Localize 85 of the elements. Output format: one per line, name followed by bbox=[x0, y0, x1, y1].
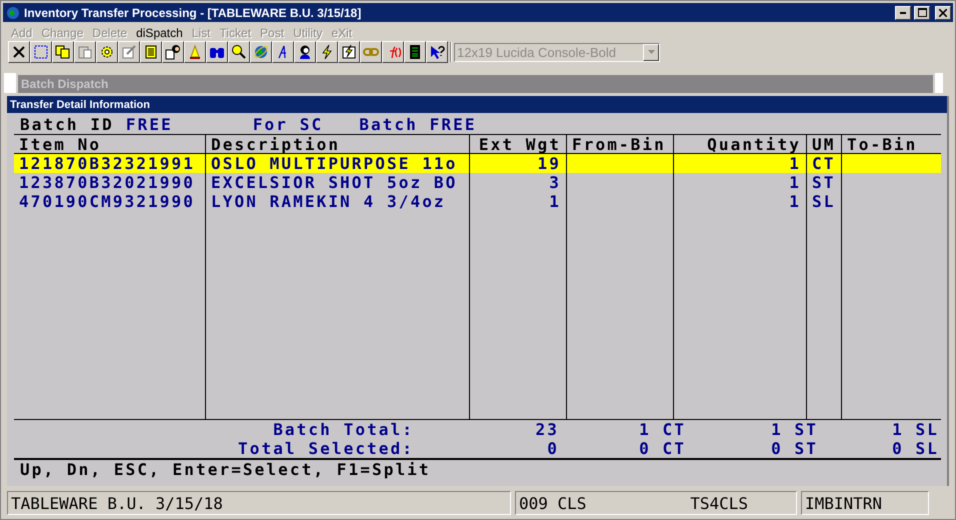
total-value: 0 CT bbox=[638, 439, 686, 458]
paste-icon bbox=[77, 44, 93, 60]
table-cell: SL bbox=[807, 192, 842, 211]
table-row[interactable]: 123870B32021990 EXCELSIOR SHOT 5oz BO 3 1 ST bbox=[14, 173, 941, 192]
toolbar-button[interactable] bbox=[316, 41, 338, 63]
toolbar-button[interactable] bbox=[74, 41, 96, 63]
copy-icon bbox=[55, 44, 71, 60]
toolbar-button[interactable] bbox=[382, 41, 404, 63]
header-text: FREE bbox=[126, 115, 173, 134]
table-cell: 3 bbox=[470, 173, 567, 192]
table-cell: 1 bbox=[674, 154, 807, 173]
status-text: 009 CLS bbox=[519, 494, 586, 512]
toolbar-button[interactable] bbox=[206, 41, 228, 63]
table-cell: 1 bbox=[470, 192, 567, 211]
globe-icon bbox=[253, 44, 269, 60]
toolbar-button[interactable] bbox=[426, 41, 448, 63]
close-icon bbox=[11, 44, 27, 60]
toolbar-button[interactable] bbox=[52, 41, 74, 63]
header-text: Batch FREE bbox=[359, 115, 477, 134]
table-cell: OSLO MULTIPURPOSE 11o bbox=[206, 154, 470, 173]
panel-title: Transfer Detail Information bbox=[7, 96, 947, 113]
toolbar-button[interactable] bbox=[250, 41, 272, 63]
toolbar-button[interactable] bbox=[338, 41, 360, 63]
toolbar-button[interactable] bbox=[404, 41, 426, 63]
table-cell: ST bbox=[807, 173, 842, 192]
toolbar-button[interactable] bbox=[184, 41, 206, 63]
notepad-icon bbox=[143, 44, 159, 60]
total-value: 1 CT bbox=[638, 420, 686, 439]
caret-icon bbox=[648, 50, 654, 54]
header-text: For SC bbox=[252, 115, 324, 134]
table-cell: EXCELSIOR SHOT 5oz BO bbox=[206, 173, 470, 192]
tab-strip[interactable]: Batch Dispatch bbox=[18, 73, 933, 93]
table-cell: LYON RAMEKIN 4 3/4oz bbox=[206, 192, 470, 211]
total-value: 1 SL bbox=[891, 420, 939, 439]
toolbar-button[interactable] bbox=[272, 41, 294, 63]
selection-icon bbox=[33, 44, 49, 60]
toolbar-button[interactable] bbox=[162, 41, 184, 63]
toolbar-button[interactable] bbox=[228, 41, 250, 63]
search-icon bbox=[231, 44, 247, 60]
table-row[interactable]: 470190CM9321990 LYON RAMEKIN 4 3/4oz 1 1 SL bbox=[14, 192, 941, 211]
help-text: Up, Dn, ESC, Enter=Select, F1=Split bbox=[14, 458, 941, 477]
total-label: Total Selected: bbox=[237, 439, 414, 458]
close-icon bbox=[939, 8, 947, 16]
toolbar-button[interactable] bbox=[96, 41, 118, 63]
properties-icon bbox=[121, 44, 137, 60]
menu-item[interactable]: diSpatch bbox=[134, 26, 190, 40]
maximize-icon bbox=[918, 8, 926, 17]
total-value: 1 ST bbox=[770, 420, 818, 439]
table-cell: 19 bbox=[470, 154, 567, 173]
person-document-icon bbox=[165, 44, 181, 60]
table-cell: 121870B32321991 bbox=[14, 154, 206, 173]
header-text: Batch ID bbox=[20, 115, 114, 134]
table-cell: 1 bbox=[674, 192, 807, 211]
table-cell: 1 bbox=[674, 173, 807, 192]
table-cell: CT bbox=[807, 154, 842, 173]
minimize-icon bbox=[900, 12, 906, 14]
window-title: Inventory Transfer Processing - [TABLEWARE B.U. 3/15/18] bbox=[24, 6, 362, 20]
total-value: 0 SL bbox=[891, 439, 939, 458]
toolbar-button[interactable] bbox=[30, 41, 52, 63]
total-value: 23 bbox=[534, 420, 559, 439]
status-text: IMBINTRN bbox=[805, 494, 882, 512]
maximize-button[interactable] bbox=[914, 6, 930, 20]
table-row[interactable]: 121870B32321991 OSLO MULTIPURPOSE 11o 19 1 CT bbox=[14, 154, 941, 173]
help-pointer-icon bbox=[429, 44, 445, 60]
minimize-button[interactable] bbox=[895, 6, 911, 20]
toolbar-button[interactable] bbox=[118, 41, 140, 63]
total-label: Batch Total: bbox=[272, 420, 414, 439]
globe-icon bbox=[5, 4, 21, 20]
status-text: TS4CLS bbox=[690, 494, 748, 512]
person-icon bbox=[297, 44, 313, 60]
toolbar-button[interactable] bbox=[360, 41, 382, 63]
gear-icon bbox=[99, 44, 115, 60]
strip-end-block bbox=[4, 73, 16, 93]
list-icon bbox=[407, 44, 423, 60]
toolbar-button[interactable] bbox=[8, 41, 30, 63]
total-value: 0 bbox=[546, 439, 559, 458]
strip-end-block bbox=[935, 73, 943, 93]
toolbar-button[interactable] bbox=[294, 41, 316, 63]
lightning-document-icon bbox=[341, 44, 357, 60]
table-cell: 123870B32021990 bbox=[14, 173, 206, 192]
status-text: TABLEWARE B.U. 3/15/18 bbox=[11, 494, 223, 512]
toolbar-button[interactable] bbox=[140, 41, 162, 63]
table-cell: 470190CM9321990 bbox=[14, 192, 206, 211]
total-value: 0 ST bbox=[770, 439, 818, 458]
close-button[interactable] bbox=[935, 6, 951, 20]
